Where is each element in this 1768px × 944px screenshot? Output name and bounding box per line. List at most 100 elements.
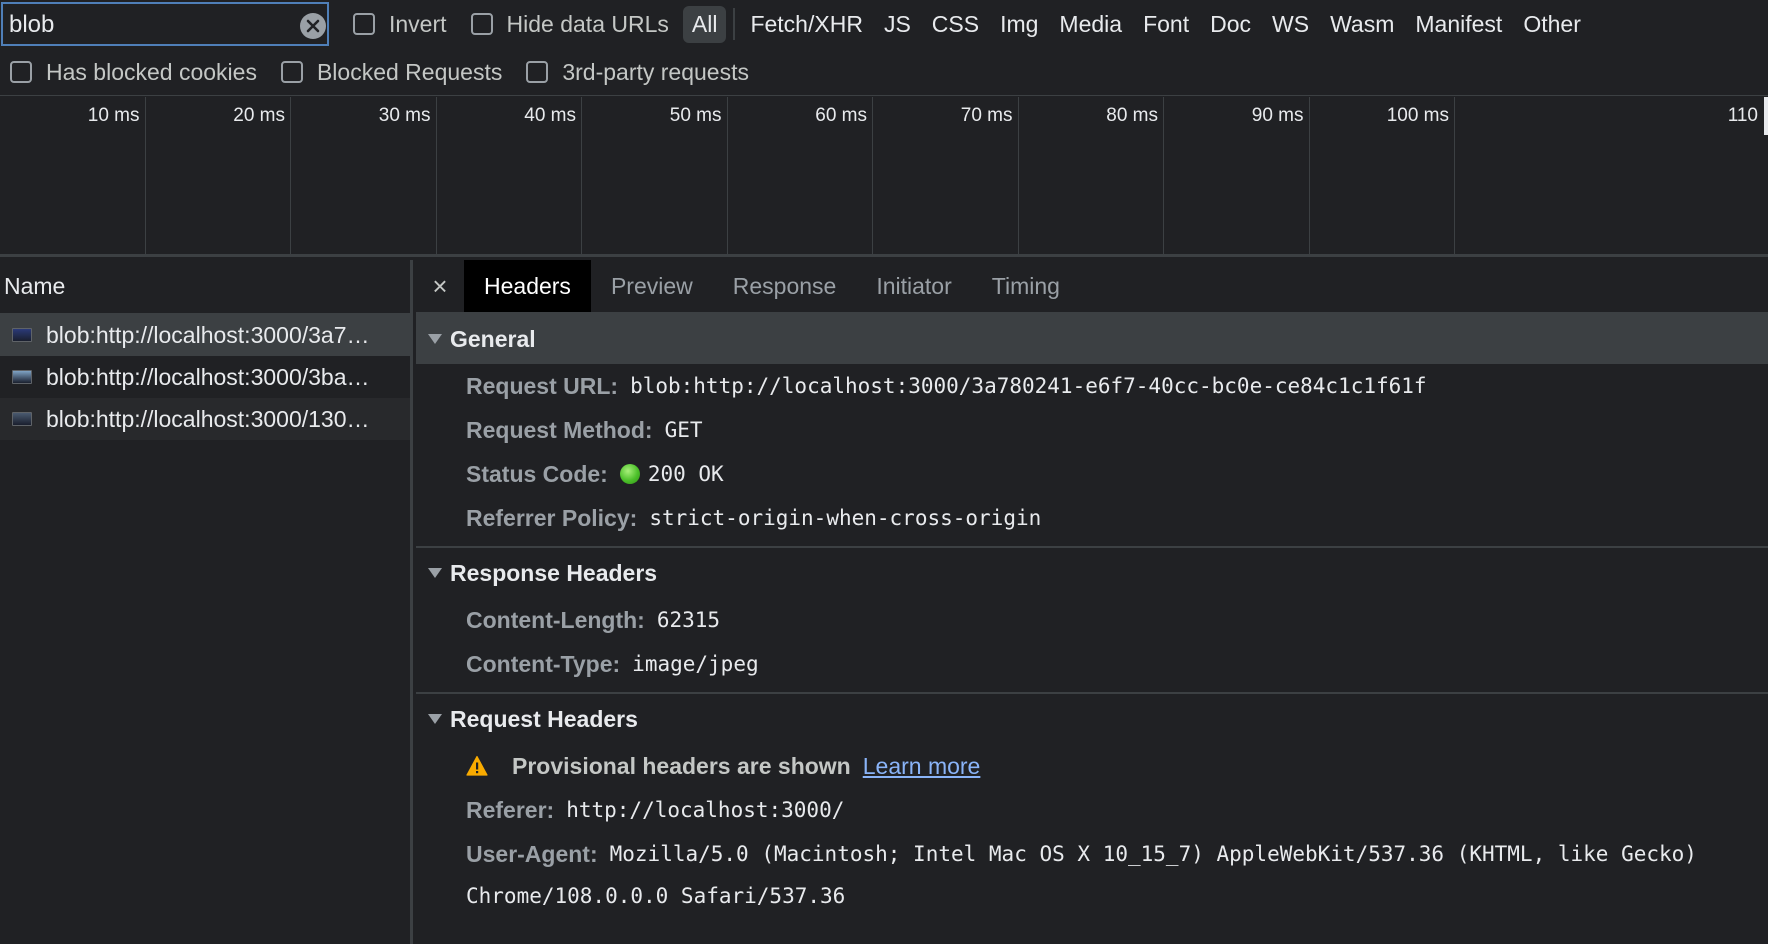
timeline-tick-label: 90 ms xyxy=(1251,105,1304,126)
tab-initiator[interactable]: Initiator xyxy=(856,260,971,312)
status-code-row: Status Code: 200 OK xyxy=(416,452,1768,496)
hide-data-urls-option[interactable]: Hide data URLs xyxy=(470,10,669,38)
blocked-requests-option[interactable]: Blocked Requests xyxy=(280,59,502,86)
image-thumbnail-icon xyxy=(12,412,32,426)
request-row[interactable]: blob:http://localhost:3000/3ba… xyxy=(0,356,410,398)
timeline-end-marker[interactable] xyxy=(1764,97,1768,135)
timeline-tick: 100 ms xyxy=(1310,97,1455,257)
invert-checkbox[interactable] xyxy=(353,13,375,35)
timeline-tick-label: 50 ms xyxy=(669,105,722,126)
request-name: blob:http://localhost:3000/130… xyxy=(46,405,370,432)
tab-timing[interactable]: Timing xyxy=(972,260,1080,312)
has-blocked-cookies-checkbox[interactable] xyxy=(10,61,32,83)
type-filter-css[interactable]: CSS xyxy=(923,6,988,43)
collapse-triangle-icon xyxy=(428,568,442,578)
request-method-row: Request Method: GET xyxy=(416,408,1768,452)
invert-option[interactable]: Invert xyxy=(353,11,447,38)
user-agent-continuation: Chrome/108.0.0.0 Safari/537.36 xyxy=(416,876,1768,916)
collapse-triangle-icon xyxy=(428,334,442,344)
resource-type-filters: All Fetch/XHR JS CSS Img Media Font Doc WS Wasm Ma… xyxy=(682,5,1593,43)
content-length-key: Content-Length: xyxy=(466,606,645,633)
response-headers-title: Response Headers xyxy=(450,559,658,586)
learn-more-link[interactable]: Learn more xyxy=(863,753,981,780)
warning-icon xyxy=(466,755,488,776)
timeline-tick: 80 ms xyxy=(1019,97,1164,257)
image-thumbnail-icon xyxy=(12,370,32,384)
request-row[interactable]: blob:http://localhost:3000/3a7… xyxy=(0,314,410,356)
user-agent-value-line2: Chrome/108.0.0.0 Safari/537.36 xyxy=(466,884,846,908)
request-row[interactable]: blob:http://localhost:3000/130… xyxy=(0,398,410,440)
hide-data-urls-label: Hide data URLs xyxy=(506,10,669,37)
filter-toolbar: Invert Hide data URLs All Fetch/XHRJSCSSI… xyxy=(0,0,1768,96)
user-agent-key: User-Agent: xyxy=(466,840,598,867)
request-url-key: Request URL: xyxy=(466,372,619,399)
general-section: General Request URL: blob:http://localho… xyxy=(416,314,1768,548)
type-filter-ws[interactable]: WS xyxy=(1263,6,1318,43)
filter-input[interactable] xyxy=(3,4,327,44)
timeline-tick-label: 110 xyxy=(1727,105,1758,126)
request-name: blob:http://localhost:3000/3ba… xyxy=(46,363,370,390)
timeline-tick: 90 ms xyxy=(1164,97,1310,257)
type-filter-fetch-xhr[interactable]: Fetch/XHR xyxy=(741,6,871,43)
timeline-tick-label: 100 ms xyxy=(1386,105,1449,126)
request-method-key: Request Method: xyxy=(466,416,653,443)
request-url-value: blob:http://localhost:3000/3a780241-e6f7… xyxy=(630,374,1427,398)
status-ok-icon xyxy=(619,464,640,484)
type-filter-wasm[interactable]: Wasm xyxy=(1321,6,1403,43)
timeline-tick: 20 ms xyxy=(146,97,291,257)
filter-search-box xyxy=(1,2,329,46)
tab-response[interactable]: Response xyxy=(713,260,857,312)
timeline-tick-label: 40 ms xyxy=(524,105,576,126)
content-type-value: image/jpeg xyxy=(632,652,759,676)
type-filter-font[interactable]: Font xyxy=(1134,6,1198,43)
timeline-tick: 110 xyxy=(1455,97,1768,257)
blocked-requests-checkbox[interactable] xyxy=(280,61,303,83)
user-agent-row: User-Agent: Mozilla/5.0 (Macintosh; Inte… xyxy=(416,832,1768,876)
timeline-tick-label: 20 ms xyxy=(233,105,285,126)
timeline-overview[interactable]: 110 100 ms 90 ms 80 ms 70 ms 60 ms 50 ms 40 ms 3… xyxy=(0,97,1768,257)
provisional-headers-text: Provisional headers are shown xyxy=(512,752,851,779)
request-name: blob:http://localhost:3000/3a7… xyxy=(46,321,370,348)
name-column-label: Name xyxy=(4,273,66,299)
image-thumbnail-icon xyxy=(12,328,32,342)
referrer-policy-value: strict-origin-when-cross-origin xyxy=(649,506,1042,530)
has-blocked-cookies-option[interactable]: Has blocked cookies xyxy=(10,59,257,86)
status-code-key: Status Code: xyxy=(466,460,608,487)
type-filter-manifest[interactable]: Manifest xyxy=(1406,6,1511,43)
third-party-label: 3rd-party requests xyxy=(562,58,749,85)
referer-value: http://localhost:3000/ xyxy=(566,798,845,822)
request-headers-section: Request Headers Provisional headers are … xyxy=(416,694,1768,916)
user-agent-value-line1: Mozilla/5.0 (Macintosh; Intel Mac OS X 1… xyxy=(609,842,1697,866)
type-filter-other[interactable]: Other xyxy=(1514,6,1590,43)
hide-data-urls-checkbox[interactable] xyxy=(470,13,493,35)
general-section-header[interactable]: General xyxy=(416,314,1768,364)
tab-preview[interactable]: Preview xyxy=(591,260,713,312)
timeline-tick: 70 ms xyxy=(873,97,1019,257)
close-details-icon[interactable]: × xyxy=(416,260,464,312)
type-filter-divider xyxy=(733,8,736,40)
name-column-header[interactable]: Name xyxy=(0,260,410,314)
type-filter-img[interactable]: Img xyxy=(991,6,1047,43)
clear-filter-icon[interactable] xyxy=(300,13,326,39)
content-type-key: Content-Type: xyxy=(466,650,621,677)
request-details: × Headers Preview Response Initiator Timing … xyxy=(416,260,1768,944)
content-length-row: Content-Length: 62315 xyxy=(416,598,1768,642)
provisional-headers-row: Provisional headers are shown Learn more xyxy=(416,744,1768,788)
type-filter-media[interactable]: Media xyxy=(1050,6,1131,43)
content-length-value: 62315 xyxy=(656,608,721,632)
timeline-tick: 60 ms xyxy=(728,97,873,257)
third-party-option[interactable]: 3rd-party requests xyxy=(526,59,749,86)
timeline-tick: 30 ms xyxy=(291,97,437,257)
timeline-tick-label: 60 ms xyxy=(815,105,867,126)
type-filter-all[interactable]: All xyxy=(682,5,727,43)
type-filter-js[interactable]: JS xyxy=(875,6,920,43)
response-headers-header[interactable]: Response Headers xyxy=(416,548,1768,598)
request-url-row: Request URL: blob:http://localhost:3000/… xyxy=(416,364,1768,408)
filter-row-primary: Invert Hide data URLs All Fetch/XHRJSCSSI… xyxy=(0,0,1768,48)
type-filter-doc[interactable]: Doc xyxy=(1201,6,1260,43)
tab-headers[interactable]: Headers xyxy=(464,260,591,312)
timeline-tick: 10 ms xyxy=(0,97,146,257)
third-party-checkbox[interactable] xyxy=(526,61,549,83)
request-headers-header[interactable]: Request Headers xyxy=(416,694,1768,744)
content-type-row: Content-Type: image/jpeg xyxy=(416,642,1768,686)
